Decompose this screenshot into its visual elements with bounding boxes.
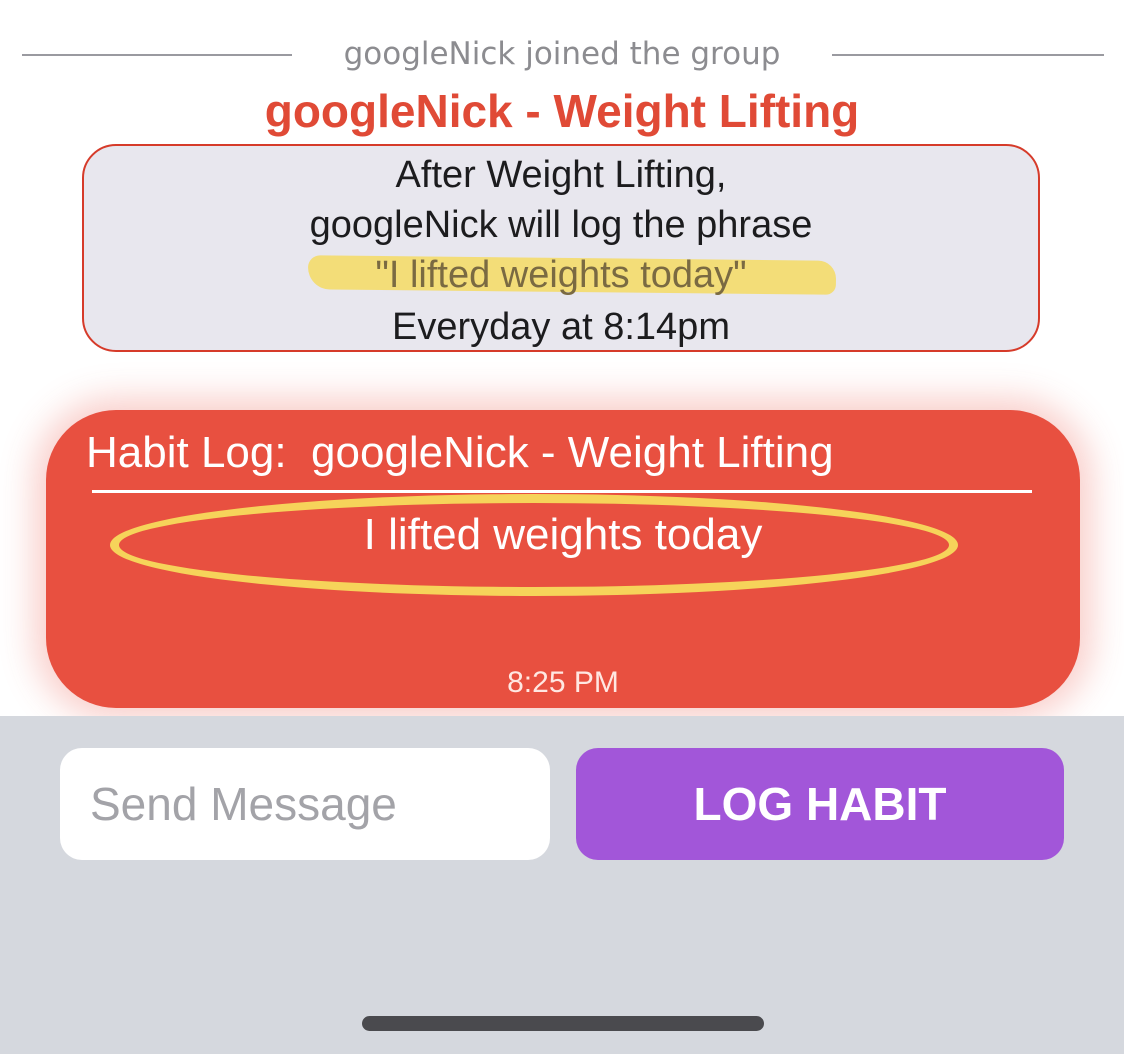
info-line-trigger: After Weight Lifting, <box>395 154 727 196</box>
info-line-phrase: "I lifted weights today" <box>375 254 747 296</box>
system-message: googleNick joined the group <box>0 30 1124 80</box>
habit-log-message: I lifted weights today <box>363 510 763 559</box>
habit-info-card: After Weight Lifting, googleNick will lo… <box>82 144 1040 352</box>
habit-log-header: Habit Log: googleNick - Weight Lifting <box>86 428 834 477</box>
chat-screen: googleNick joined the group googleNick -… <box>0 0 1124 1054</box>
send-message-input[interactable] <box>60 748 550 860</box>
message-timestamp: 8:25 PM <box>507 666 619 699</box>
habit-log-underline <box>92 490 1032 493</box>
info-line-action: googleNick will log the phrase <box>309 204 813 246</box>
info-line-schedule: Everyday at 8:14pm <box>392 306 730 348</box>
home-indicator <box>362 1016 764 1031</box>
habit-log-bubble[interactable]: Habit Log: googleNick - Weight Lifting I… <box>46 410 1080 708</box>
system-message-text: googleNick joined the group <box>343 36 781 72</box>
divider-left <box>22 54 292 56</box>
habit-title: googleNick - Weight Lifting <box>264 85 860 137</box>
log-habit-button[interactable]: LOG HABIT <box>576 748 1064 860</box>
divider-right <box>832 54 1104 56</box>
composer-bar: LOG HABIT <box>0 716 1124 1054</box>
